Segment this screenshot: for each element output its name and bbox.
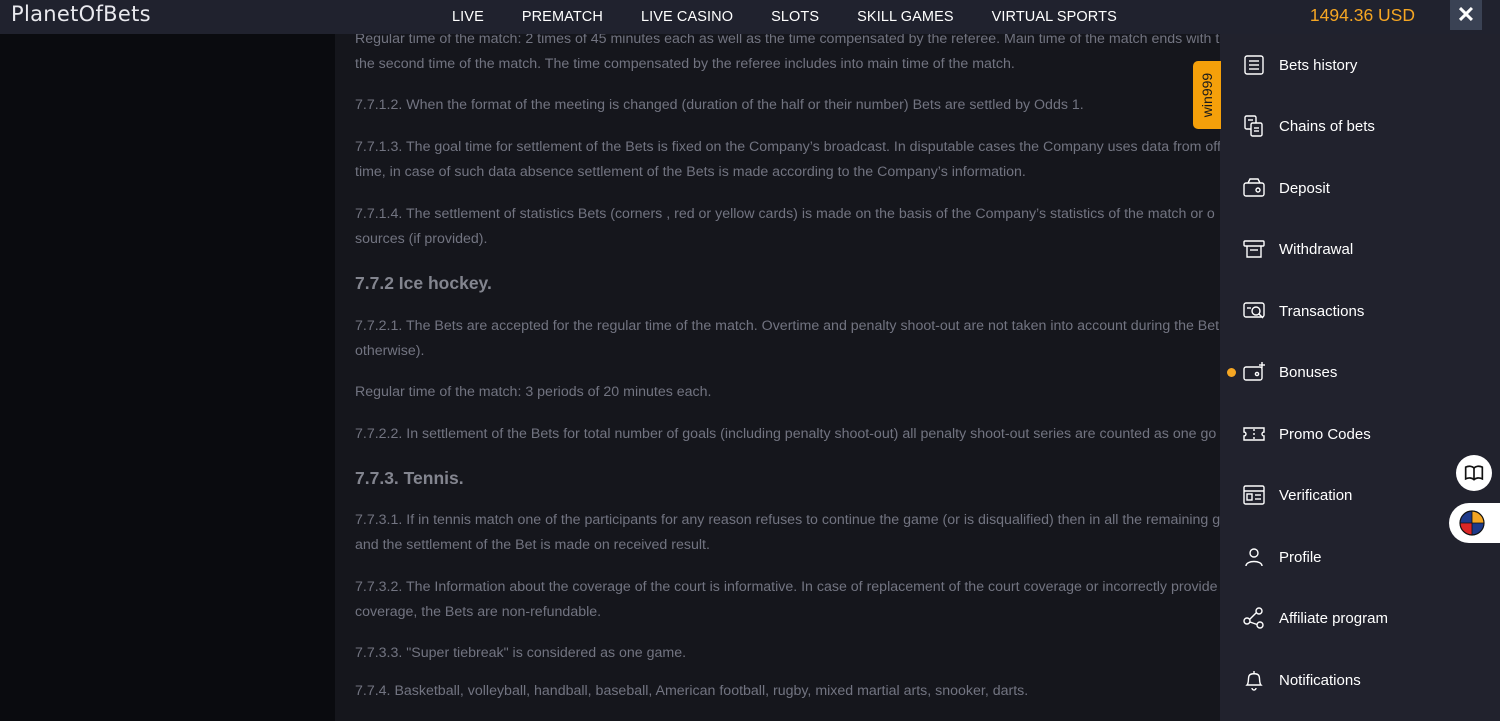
promo-tab-label: win999 <box>1199 72 1215 118</box>
menu-label: Affiliate program <box>1279 609 1388 627</box>
rules-line: 7.7.3.1. If in tennis match one of the p… <box>355 512 1220 528</box>
main-nav: LIVE PREMATCH LIVE CASINO SLOTS SKILL GA… <box>452 0 1155 34</box>
menu-item-bets-history[interactable]: Bets history <box>1220 45 1500 85</box>
rules-line: 7.7.1.3. The goal time for settlement of… <box>355 139 1220 155</box>
id-card-icon <box>1243 485 1265 505</box>
rules-line: the second time of the match. The time c… <box>355 56 1015 72</box>
rules-line: 7.7.2.2. In settlement of the Bets for t… <box>355 426 1217 442</box>
menu-label: Withdrawal <box>1279 240 1354 258</box>
rules-line: sources (if provided). <box>355 231 488 247</box>
rules-book-button[interactable] <box>1456 455 1492 491</box>
menu-label: Promo Codes <box>1279 425 1371 443</box>
menu-item-profile[interactable]: Profile <box>1220 537 1500 577</box>
menu-label: Transactions <box>1279 302 1365 320</box>
section-heading: 7.7.2 Ice hockey. <box>355 273 492 293</box>
nav-slots[interactable]: SLOTS <box>771 9 819 25</box>
globe-icon <box>1459 510 1485 536</box>
top-bar: PlanetOfBets LIVE PREMATCH LIVE CASINO S… <box>0 0 1500 34</box>
menu-item-promo-codes[interactable]: Promo Codes <box>1220 414 1500 454</box>
list-icon <box>1244 55 1264 75</box>
nav-live[interactable]: LIVE <box>452 9 484 25</box>
menu-label: Notifications <box>1279 671 1361 689</box>
rules-line: 7.7.2.1. The Bets are accepted for the r… <box>355 318 1220 334</box>
account-side-menu: Bets history Chains of bets Deposit With… <box>1220 34 1500 721</box>
rules-line: 7.7.4. Basketball, volleyball, handball,… <box>355 683 1029 699</box>
rules-line: otherwise). <box>355 343 425 359</box>
ticket-icon <box>1243 427 1265 441</box>
rules-line: Regular time of the match: 2 times of 45… <box>355 34 1220 47</box>
rules-line: 7.7.3.2. The Information about the cover… <box>355 579 1218 595</box>
share-icon <box>1243 607 1264 629</box>
chain-icon <box>1244 115 1263 137</box>
close-menu-button[interactable]: ✕ <box>1450 0 1482 30</box>
menu-label: Bets history <box>1279 56 1358 74</box>
menu-item-withdrawal[interactable]: Withdrawal <box>1220 229 1500 269</box>
wallet-in-icon <box>1243 178 1265 197</box>
rules-line: and the settlement of the Bet is made on… <box>355 537 710 553</box>
menu-label: Verification <box>1279 486 1353 504</box>
menu-item-chains-of-bets[interactable]: Chains of bets <box>1220 106 1500 146</box>
notification-dot <box>1227 367 1236 377</box>
menu-item-affiliate-program[interactable]: Affiliate program <box>1220 598 1500 638</box>
menu-label: Profile <box>1279 548 1322 566</box>
rules-line: 7.7.1.2. When the format of the meeting … <box>355 97 1084 113</box>
rules-line: 7.7.1.4. The settlement of statistics Be… <box>355 206 1215 222</box>
site-logo[interactable]: PlanetOfBets <box>11 2 151 26</box>
user-icon <box>1245 548 1263 567</box>
promo-side-tab[interactable]: win999 <box>1193 61 1221 129</box>
close-icon: ✕ <box>1456 2 1476 27</box>
book-icon <box>1464 465 1484 481</box>
bell-icon <box>1245 671 1263 691</box>
withdraw-icon <box>1243 240 1265 258</box>
rules-line: 7.7.3.3. "Super tiebreak" is considered … <box>355 645 687 661</box>
rules-line: Regular time of the match: 3 periods of … <box>355 384 712 400</box>
left-background <box>0 34 335 721</box>
balance-display[interactable]: 1494.36 USD <box>1310 5 1415 26</box>
bonus-wallet-icon <box>1243 362 1265 381</box>
section-heading: 7.7.3. Tennis. <box>355 468 464 488</box>
menu-label: Chains of bets <box>1279 117 1375 135</box>
menu-item-notifications[interactable]: Notifications <box>1220 660 1500 700</box>
rules-line: coverage, the Bets are non-refundable. <box>355 604 602 620</box>
menu-item-transactions[interactable]: Transactions <box>1220 291 1500 331</box>
menu-item-deposit[interactable]: Deposit <box>1220 168 1500 208</box>
nav-prematch[interactable]: PREMATCH <box>522 9 603 25</box>
rules-line: time, in case of such data absence settl… <box>355 164 1026 180</box>
language-button[interactable] <box>1449 503 1500 543</box>
nav-live-casino[interactable]: LIVE CASINO <box>641 9 733 25</box>
menu-label: Bonuses <box>1279 363 1338 381</box>
menu-item-bonuses[interactable]: Bonuses <box>1220 352 1500 392</box>
menu-label: Deposit <box>1279 179 1330 197</box>
transactions-icon <box>1243 302 1265 319</box>
nav-virtual-sports[interactable]: VIRTUAL SPORTS <box>992 9 1117 25</box>
nav-skill-games[interactable]: SKILL GAMES <box>857 9 953 25</box>
rules-content: Regular time of the match: 2 times of 45… <box>335 34 1220 721</box>
